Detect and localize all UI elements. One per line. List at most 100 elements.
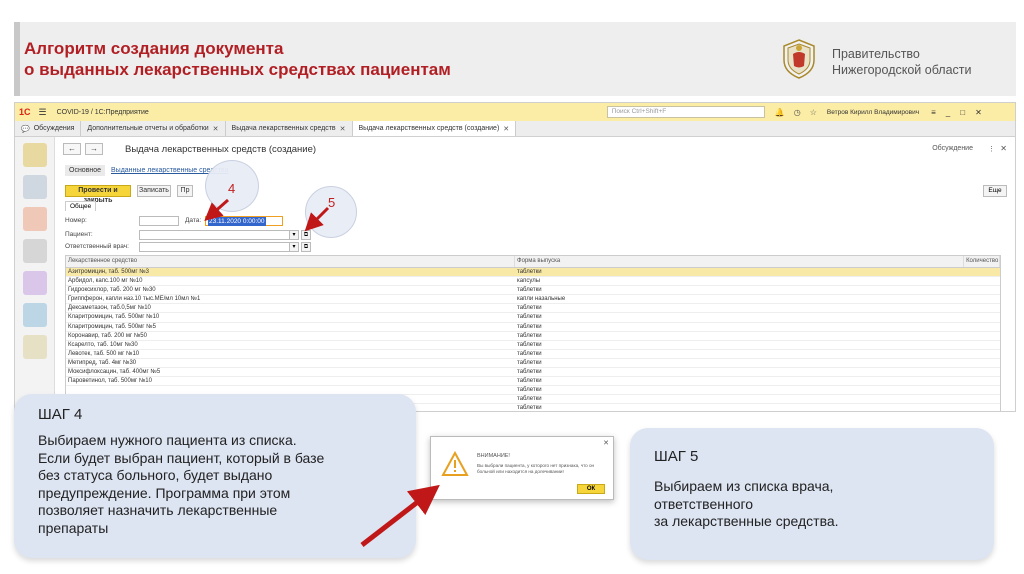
global-search-input[interactable]: Поиск Ctrl+Shift+F	[606, 106, 765, 118]
tab-close-icon[interactable]: ✕	[213, 125, 219, 133]
step4-line: без статуса больного, будет выдано	[38, 467, 273, 483]
step4-line: предупреждение. Программа при этом	[38, 484, 291, 501]
table-row[interactable]: Кларитромицин, таб. 500мг №5 таблетки	[66, 323, 1000, 332]
headset-icon[interactable]	[23, 239, 47, 263]
bell-icon[interactable]: 🔔	[775, 108, 785, 117]
post-and-close-button[interactable]: Провести и закрыть	[65, 185, 131, 204]
doctor-dropdown-icon[interactable]: ▾	[289, 242, 299, 252]
table-row[interactable]: Моксифлоксацин, таб. 400мг №5 таблетки	[66, 368, 1000, 378]
step5-card: ШАГ 5 Выбираем из списка врача, ответств…	[630, 428, 994, 560]
table-row[interactable]: Коронавир, таб. 200 мг №50 таблетки	[66, 332, 1000, 341]
number-label: Номер:	[65, 217, 87, 224]
table-cell: Кларитромицин, таб. 500мг №10	[68, 314, 160, 321]
table-row[interactable]: Азитромицин, таб. 500мг №3 таблетки	[66, 268, 1000, 278]
minimize-icon[interactable]: _	[946, 108, 950, 117]
close-icon[interactable]: ✕	[975, 108, 982, 117]
form-close-icon[interactable]: ✕	[1000, 144, 1007, 153]
tab-close-icon[interactable]: ✕	[340, 125, 346, 133]
doctor-icon[interactable]	[23, 207, 47, 231]
star-icon[interactable]: ☆	[810, 108, 817, 117]
lab-icon[interactable]	[23, 271, 47, 295]
tab-issuance-list[interactable]: Выдача лекарственных средств ✕	[226, 121, 353, 136]
table-cell: Коронавир, таб. 200 мг №50	[68, 332, 147, 339]
doctor-field[interactable]	[139, 242, 299, 252]
number-field[interactable]	[139, 216, 179, 226]
document-form: ← → Выдача лекарственных средств (создан…	[59, 139, 1015, 411]
table-cell	[964, 286, 1000, 294]
patient-field[interactable]	[139, 230, 299, 240]
patient-dropdown-icon[interactable]: ▾	[289, 230, 299, 240]
back-arrow-icon[interactable]: ←	[63, 143, 81, 155]
more-icon[interactable]: ≡	[931, 108, 936, 117]
column-drug[interactable]: Лекарственное средство	[66, 256, 516, 267]
tab-close-icon[interactable]: ✕	[503, 125, 509, 133]
table-row[interactable]: Метипред, таб. 4мг №30 таблетки	[66, 359, 1000, 369]
table-cell: таблетки	[517, 305, 542, 312]
table-cell: Метипред, таб. 4мг №30	[68, 359, 137, 366]
date-label: Дата:	[185, 217, 202, 224]
table-cell: таблетки	[517, 269, 542, 275]
write-button[interactable]: Записать	[137, 185, 171, 197]
print-button[interactable]: Пр	[177, 185, 193, 197]
database-icon[interactable]	[23, 303, 47, 327]
slide-title-line2: о выданных лекарственных средствах пацие…	[24, 60, 451, 79]
menu-icon[interactable]: ☰	[39, 107, 47, 118]
date-field[interactable]: 23.11.2020 0:00:00	[205, 216, 283, 226]
tab-discussions[interactable]: 💬 Обсуждения	[15, 121, 82, 136]
table-row[interactable]: Ксарелто, таб. 10мг №30 таблетки	[66, 341, 1000, 350]
dialog-ok-button[interactable]: ОК	[577, 484, 605, 494]
coat-of-arms-icon	[783, 39, 815, 79]
column-qty[interactable]: Количество	[964, 256, 1000, 267]
table-cell	[964, 386, 1000, 394]
step4-line: Если будет выбран пациент, который в баз…	[38, 449, 325, 466]
table-cell: Пароветинол, таб. 500мг №10	[68, 378, 152, 385]
doctor-label: Ответственный врач:	[65, 243, 129, 250]
table-cell: таблетки	[517, 341, 542, 348]
table-row[interactable]: Левотек, таб. 500 мг №10 таблетки	[66, 350, 1000, 359]
table-cell: таблетки	[517, 369, 542, 376]
table-cell: таблетки	[517, 350, 542, 357]
dialog-title: ВНИМАНИЕ!	[477, 453, 510, 459]
table-row[interactable]: Арбидол, капс.100 мг №10 капсулы	[66, 277, 1000, 287]
table-cell: таблетки	[517, 323, 542, 330]
desktop-icon[interactable]	[23, 143, 47, 167]
slide-title: Алгоритм создания документа о выданных л…	[24, 38, 451, 80]
app-logo: 1С	[19, 107, 31, 117]
form-menu-icon[interactable]: ⋮	[988, 145, 995, 153]
table-cell: таблетки	[517, 387, 542, 394]
more-button[interactable]: Еще	[983, 185, 1007, 197]
table-row[interactable]: Дексаметазон, таб.0,5мг №10 таблетки	[66, 304, 1000, 314]
step4-line: Выбираем нужного пациента из списка.	[38, 432, 297, 448]
maximize-icon[interactable]: □	[960, 108, 965, 117]
dialog-close-icon[interactable]: ✕	[603, 439, 609, 447]
step5-text: Выбираем из списка врача, ответственного…	[654, 478, 839, 531]
step4-line: препараты	[38, 519, 109, 536]
table-cell	[964, 295, 1000, 303]
step5-line: ответственного	[654, 495, 754, 512]
table-row[interactable]: Гидроксихлор, таб. 200 мг №30 таблетки	[66, 286, 1000, 296]
tab-issuance-create[interactable]: Выдача лекарственных средств (создание) …	[352, 121, 517, 136]
patient-open-icon[interactable]: ⧉	[301, 230, 311, 240]
group-tab-general[interactable]: Общее	[65, 201, 97, 211]
step4-line: позволяет назначить лекарственные	[38, 502, 278, 518]
window-title: COVID-19 / 1С:Предприятие	[56, 108, 149, 116]
warning-dialog: ✕ ВНИМАНИЕ! Вы выбрали пациента, у котор…	[430, 436, 614, 500]
table-row[interactable]: Гриппферон, капли наз.10 тыс.МЕ/мл 10мл …	[66, 295, 1000, 305]
forward-arrow-icon[interactable]: →	[85, 143, 103, 155]
step4-card: ШАГ 4 Выбираем нужного пациента из списк…	[14, 394, 416, 558]
step5-line: за лекарственные средства.	[654, 513, 839, 529]
catalog-icon[interactable]	[23, 175, 47, 199]
tab-reports[interactable]: Дополнительные отчеты и обработки ✕	[81, 121, 226, 136]
history-icon[interactable]: ◷	[794, 108, 801, 117]
help-icon[interactable]	[23, 335, 47, 359]
table-cell: таблетки	[517, 314, 542, 321]
column-form[interactable]: Форма выпуска	[515, 256, 965, 267]
discussion-link[interactable]: Обсуждение	[932, 145, 973, 152]
sections-sidebar	[15, 137, 55, 411]
table-row[interactable]: Кларитромицин, таб. 500мг №10 таблетки	[66, 313, 1000, 323]
table-row[interactable]: Пароветинол, таб. 500мг №10 таблетки	[66, 377, 1000, 387]
user-name[interactable]: Ветров Кирилл Владимирович	[827, 109, 919, 116]
doctor-open-icon[interactable]: ⧉	[301, 242, 311, 252]
tab-label: Обсуждения	[33, 125, 75, 132]
subtab-main[interactable]: Основное	[65, 165, 106, 176]
